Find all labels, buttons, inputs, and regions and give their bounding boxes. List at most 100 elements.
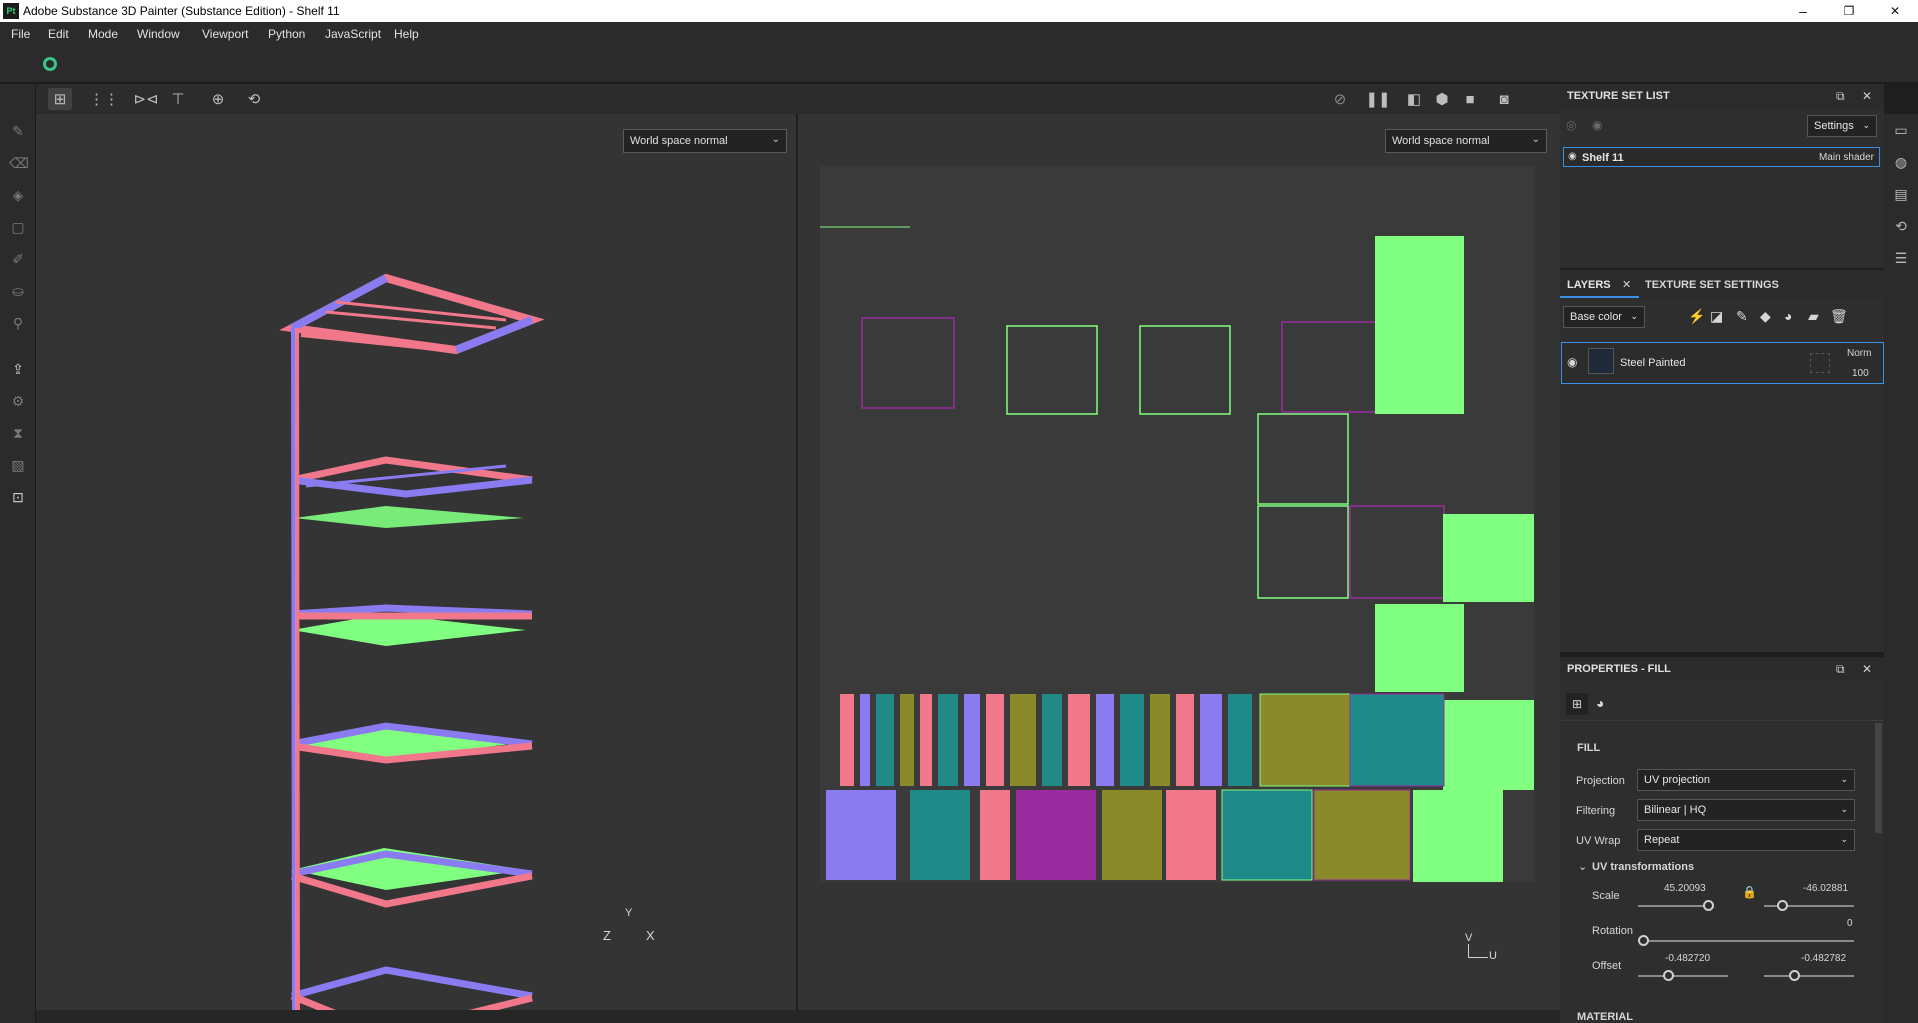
material-tab-icon[interactable]: ⊞ [1566,693,1588,715]
close-button[interactable]: ✕ [1872,1,1918,21]
eraser-icon[interactable]: ⌫ [9,154,29,172]
filtering-select[interactable]: Bilinear | HQ ⌄ [1637,799,1855,821]
uv-wrap-select[interactable]: Repeat ⌄ [1637,829,1855,851]
add-fill-layer-icon[interactable]: ◆ [1760,308,1771,325]
timer-icon[interactable]: ⧗ [9,424,27,442]
axis-z-label: Z [603,928,611,943]
symmetry-x-icon[interactable]: ⊳⊲ [133,88,158,110]
color-picker-icon[interactable]: ⚲ [9,314,27,332]
chevron-down-icon: ⌄ [1630,311,1638,321]
display-settings-icon[interactable]: ◍ [1892,154,1910,172]
visibility-off-icon[interactable]: ◎ [1566,118,1576,132]
properties-panel: PROPERTIES - FILL ⧉ ✕ ⊞ ◕ FILL Projectio… [1560,657,1884,1023]
close-panel-icon[interactable]: ✕ [1862,89,1872,103]
menu-file[interactable]: File [11,27,30,41]
hide-icon[interactable]: ⊘ [1328,88,1352,110]
bake-settings-icon[interactable]: ⚙ [9,392,27,410]
add-mask-icon[interactable]: ◪ [1710,308,1723,325]
viewport-2d[interactable]: World space normal ⌄ V U [798,114,1560,1010]
undock-icon[interactable]: ⧉ [1836,662,1845,677]
add-paint-layer-icon[interactable]: ✎ [1736,308,1748,325]
offset-v-slider[interactable] [1764,975,1854,977]
undock-icon[interactable]: ⧉ [1836,89,1845,104]
scale-u-knob[interactable] [1703,900,1714,911]
smudge-icon[interactable]: ✐ [9,250,27,268]
menu-window[interactable]: Window [137,27,180,41]
texture-set-item[interactable]: ◉ Shelf 11 Main shader [1563,147,1880,167]
log-icon[interactable]: ☰ [1892,250,1910,268]
menu-viewport[interactable]: Viewport [202,27,248,41]
layer-mask-slot[interactable] [1810,353,1830,373]
menu-python[interactable]: Python [268,27,305,41]
paint-brush-icon[interactable]: ✎ [9,122,27,140]
pause-icon[interactable]: ❚❚ [1365,88,1390,110]
rotation-knob[interactable] [1638,935,1649,946]
clone-stamp-icon[interactable]: ⛀ [9,282,27,300]
close-tab-icon[interactable]: ✕ [1622,278,1631,291]
history-icon[interactable]: ⟲ [242,88,266,110]
collapse-chevron-icon[interactable]: ⌄ [1578,860,1587,873]
view-3d-2d-icon[interactable]: ⊞ [48,88,72,110]
rotation-value[interactable]: 0 [1847,918,1853,929]
scale-v-value[interactable]: -46.02881 [1803,883,1848,894]
screenshot-icon[interactable]: ⊡ [9,488,27,506]
channel-select[interactable]: Base color ⌄ [1563,306,1645,328]
symmetry-y-icon[interactable]: ⊤ [166,88,190,110]
maximize-button[interactable]: ❐ [1826,1,1872,21]
shelf-icon[interactable]: ▭ [1892,122,1910,140]
cube-icon[interactable]: ⬢ [1430,88,1454,110]
menu-bar: File Edit Mode Window Viewport Python Ja… [0,22,1918,46]
offset-u-value[interactable]: -0.482720 [1665,953,1710,964]
mask-tab-icon[interactable]: ◕ [1596,695,1604,711]
layer-opacity[interactable]: 100 [1852,368,1869,379]
export-icon[interactable]: ⇪ [9,360,27,378]
layer-row[interactable]: ◉ Steel Painted Norm 100 [1561,342,1884,384]
texture-set-shader[interactable]: Main shader [1819,152,1874,163]
layer-visibility-icon[interactable]: ◉ [1567,355,1577,369]
projection-select[interactable]: UV projection ⌄ [1637,769,1855,791]
projection-icon[interactable]: ◈ [9,186,27,204]
tab-layers[interactable]: LAYERS ✕ [1560,270,1639,298]
offset-v-value[interactable]: -0.482782 [1801,953,1846,964]
lock-icon[interactable]: 🔒 [1742,885,1757,899]
grid-view-icon[interactable]: ⋮⋮ [89,88,119,110]
menu-edit[interactable]: Edit [48,27,69,41]
texture-set-settings-select[interactable]: Settings ⌄ [1807,115,1877,137]
title-bar: Pt Adobe Substance 3D Painter (Substance… [0,0,1918,22]
scale-v-knob[interactable] [1777,900,1788,911]
split-view-icon[interactable]: ◧ [1402,88,1426,110]
minimize-button[interactable]: – [1780,1,1826,21]
offset-v-knob[interactable] [1789,970,1800,981]
library-icon[interactable]: ▤ [1892,186,1910,204]
history-icon[interactable]: ⟲ [1892,218,1910,236]
uv-transformations-label[interactable]: UV transformations [1592,861,1694,873]
close-panel-icon[interactable]: ✕ [1862,662,1872,676]
menu-javascript[interactable]: JavaScript [325,27,381,41]
visibility-icon[interactable]: ◉ [1592,118,1602,132]
camera-icon[interactable]: ■ [1458,88,1482,110]
scale-u-slider[interactable] [1638,905,1708,907]
offset-u-slider[interactable] [1638,975,1728,977]
add-folder-icon[interactable]: ▰ [1808,308,1819,325]
viewport-2d-mode-select[interactable]: World space normal ⌄ [1385,129,1547,153]
mask-icon[interactable]: ▧ [9,456,27,474]
add-effect-icon[interactable]: ⚡ [1688,308,1705,325]
app-logo-icon: Pt [3,3,19,19]
properties-scrollbar[interactable] [1875,723,1882,833]
add-icon[interactable]: ⊕ [206,88,230,110]
screenshot-camera-icon[interactable]: ◙ [1492,88,1516,110]
menu-mode[interactable]: Mode [88,27,118,41]
add-smart-material-icon[interactable]: ◕ [1784,308,1792,324]
axis-v-label: V [1465,932,1473,944]
viewport-3d[interactable]: World space normal ⌄ Z Y X [36,114,796,1010]
delete-layer-icon[interactable]: 🗑 [1830,308,1848,325]
scale-u-value[interactable]: 45.20093 [1664,883,1706,894]
offset-u-knob[interactable] [1663,970,1674,981]
eye-icon[interactable]: ◉ [1568,151,1577,162]
rotation-slider[interactable] [1638,940,1854,942]
layer-blend-mode[interactable]: Norm [1847,348,1871,359]
sync-status-icon[interactable] [43,57,57,71]
polygon-fill-icon[interactable]: ▢ [9,218,27,236]
menu-help[interactable]: Help [394,27,419,41]
tab-texture-set-settings[interactable]: TEXTURE SET SETTINGS [1645,279,1779,291]
